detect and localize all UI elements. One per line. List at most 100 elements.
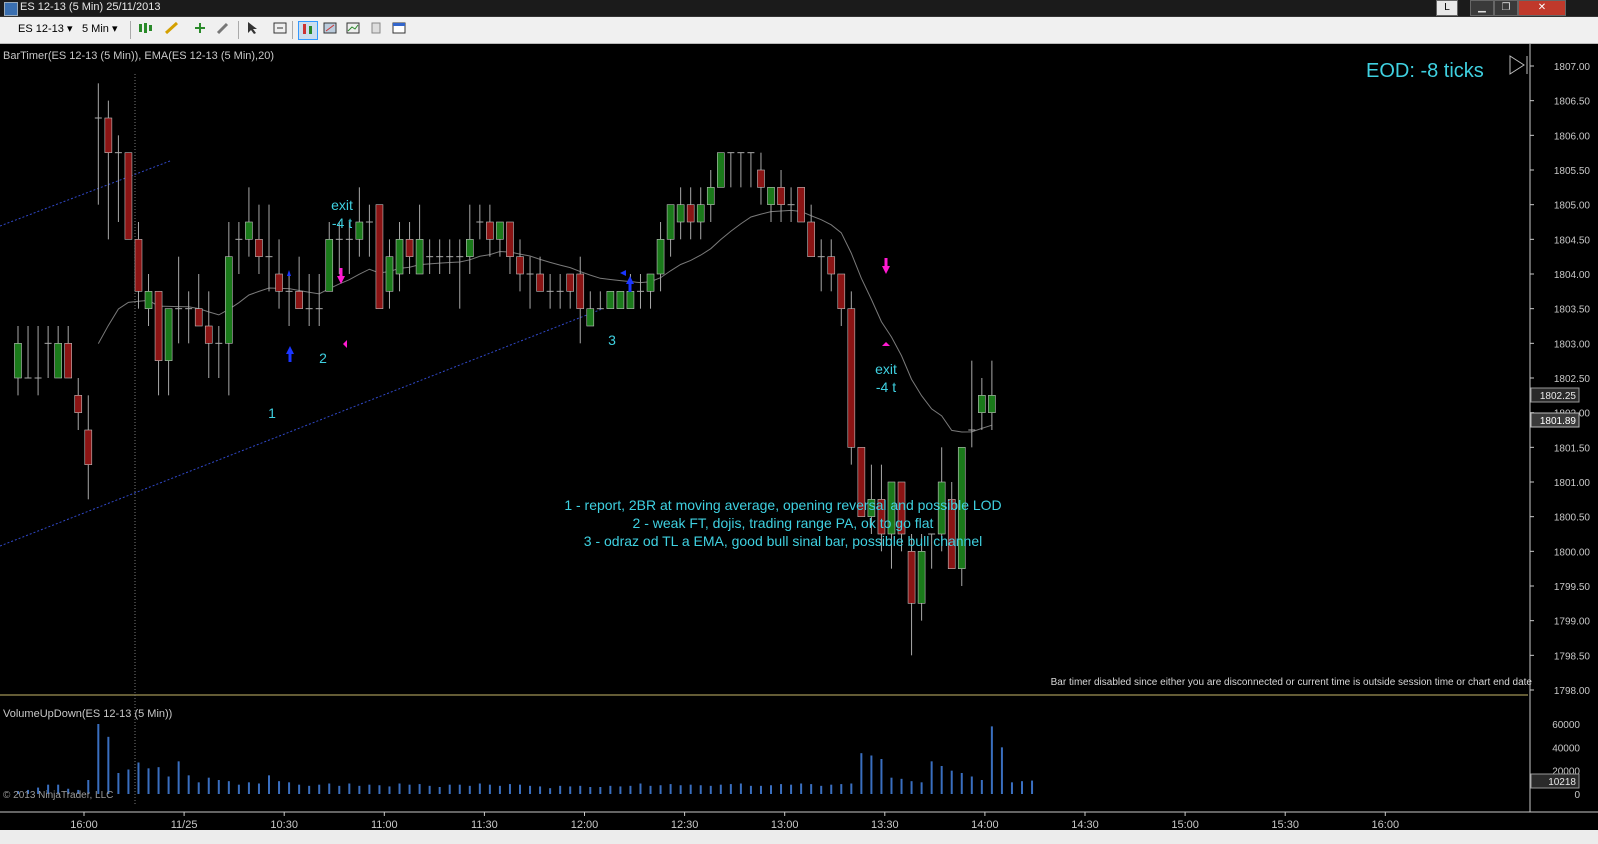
price-tick-label: 1804.00 xyxy=(1554,270,1591,281)
candle-body-up xyxy=(465,239,474,257)
candle-body-up xyxy=(225,256,233,344)
time-tick-label: 11:30 xyxy=(471,819,498,830)
candle-body-up xyxy=(54,343,62,379)
toolbar-separator xyxy=(238,21,239,39)
candle-body-up xyxy=(325,239,334,292)
candle-body-down xyxy=(104,117,113,153)
candle-body-up xyxy=(385,256,394,292)
candle-body-up xyxy=(716,152,725,188)
candle-body-up xyxy=(988,395,996,413)
price-tick-label: 1799.00 xyxy=(1554,617,1591,628)
sell-exit-arrow-2 xyxy=(882,266,890,274)
candle-body-down xyxy=(64,343,72,379)
interval-selector[interactable]: 5 Min ▾ xyxy=(82,21,126,38)
exit-fill-marker-2 xyxy=(882,342,890,346)
candle-body-down xyxy=(405,239,414,257)
window-title: ES 12-13 (5 Min) 25/11/2013 xyxy=(20,1,161,13)
properties-icon[interactable] xyxy=(390,21,408,38)
entry-fill-marker-2 xyxy=(620,270,626,276)
last-volume-label: 10218 xyxy=(1548,777,1576,788)
candle-body-up xyxy=(767,187,775,205)
eod-result: EOD: -8 ticks xyxy=(1366,60,1484,82)
candle-body-down xyxy=(797,187,805,223)
time-tick-label: 13:00 xyxy=(771,819,799,830)
toolbar-separator xyxy=(292,21,293,39)
trendline-lower xyxy=(0,308,603,547)
price-tick-label: 1800.50 xyxy=(1554,513,1591,524)
time-tick-label: 15:00 xyxy=(1171,819,1199,830)
alert-icon[interactable] xyxy=(367,21,385,38)
candle-body-up xyxy=(656,239,665,275)
candle-body-down xyxy=(827,256,836,275)
candle-body-up xyxy=(646,273,655,292)
volume-indicator-label: VolumeUpDown(ES 12-13 (5 Min)) xyxy=(3,708,172,720)
minimize-button[interactable]: ▁ xyxy=(1470,0,1494,16)
price-tick-label: 1798.50 xyxy=(1554,651,1591,662)
data-box-icon[interactable] xyxy=(344,21,362,38)
indicators-icon[interactable] xyxy=(298,21,318,40)
candle-body-down xyxy=(516,256,524,275)
time-tick-label: 13:30 xyxy=(871,819,899,830)
chart-toolbar: ES 12-13 ▾ 5 Min ▾ xyxy=(0,17,1598,44)
volume-layer xyxy=(17,724,1034,794)
price-tick-label: 1801.00 xyxy=(1554,478,1591,489)
price-tick-label: 1805.50 xyxy=(1554,166,1591,177)
time-tick-label: 14:00 xyxy=(971,819,999,830)
bar-style-icon[interactable] xyxy=(136,21,154,38)
close-button[interactable]: ✕ xyxy=(1518,0,1566,16)
candle-body-down xyxy=(204,325,213,344)
candle-body-up xyxy=(676,204,685,223)
instrument-selector[interactable]: ES 12-13 ▾ xyxy=(18,21,76,38)
candle-body-down xyxy=(907,551,916,604)
candle-body-up xyxy=(917,551,926,604)
add-icon[interactable] xyxy=(191,21,209,38)
candle-body-up xyxy=(978,395,986,413)
restore-button[interactable]: ❐ xyxy=(1494,0,1518,16)
candle-body-up xyxy=(666,204,675,240)
exit-fill-marker-1 xyxy=(343,340,347,348)
candle-body-down xyxy=(134,239,143,292)
wrench-icon[interactable] xyxy=(214,21,232,38)
cursor-icon[interactable] xyxy=(244,21,262,38)
candle-body-up xyxy=(706,187,715,205)
candle-body-down xyxy=(74,395,83,413)
price-tick-label: 1803.00 xyxy=(1554,339,1591,350)
price-tick-label: 1807.00 xyxy=(1554,62,1591,73)
ema-price-label: 1801.89 xyxy=(1540,416,1577,427)
strategies-icon[interactable] xyxy=(321,21,339,38)
zoom-icon[interactable] xyxy=(271,21,289,38)
time-tick-label: 15:30 xyxy=(1271,819,1299,830)
price-tick-label: 1801.50 xyxy=(1554,443,1591,454)
candle-body-down xyxy=(506,221,514,257)
chart-panel[interactable]: 1807.00 1806.50 1806.00 1805.50 1805.00 1804.… xyxy=(0,44,1598,830)
price-tick-label: 1800.00 xyxy=(1554,547,1591,558)
candle-body-up xyxy=(415,239,424,275)
candle-body-down xyxy=(566,273,575,292)
candle-body-down xyxy=(194,308,203,327)
candle-body-down xyxy=(275,273,283,292)
toolbar-separator xyxy=(130,21,131,39)
copyright-label: © 2013 NinjaTrader, LLC xyxy=(3,790,113,801)
candle-body-up xyxy=(395,239,404,275)
status-bar xyxy=(0,830,1598,844)
candle-body-down xyxy=(375,204,384,309)
scroll-to-end-icon[interactable] xyxy=(1509,55,1528,75)
candle-body-down xyxy=(255,239,263,257)
candle-body-up xyxy=(586,308,595,327)
candle-body-up xyxy=(616,291,625,309)
pencil-icon[interactable] xyxy=(163,21,181,38)
price-tick-label: 1803.50 xyxy=(1554,305,1591,316)
price-tick-label: 1806.00 xyxy=(1554,131,1591,142)
exit-ticks-label-2: -4 t xyxy=(876,379,896,395)
candle-body-down xyxy=(486,221,494,240)
interval-label: 5 Min xyxy=(82,23,109,35)
volume-tick-label: 40000 xyxy=(1552,743,1580,754)
candle-body-down xyxy=(757,169,765,188)
candle-body-up xyxy=(164,308,173,361)
axis-layer: 1807.00 1806.50 1806.00 1805.50 1805.00 1804.… xyxy=(70,62,1590,830)
last-price-label: 1802.25 xyxy=(1540,391,1577,402)
candle-body-down xyxy=(807,221,815,257)
candle-body-down xyxy=(847,308,856,448)
candles-layer xyxy=(14,83,996,656)
link-button[interactable]: L xyxy=(1436,0,1458,16)
